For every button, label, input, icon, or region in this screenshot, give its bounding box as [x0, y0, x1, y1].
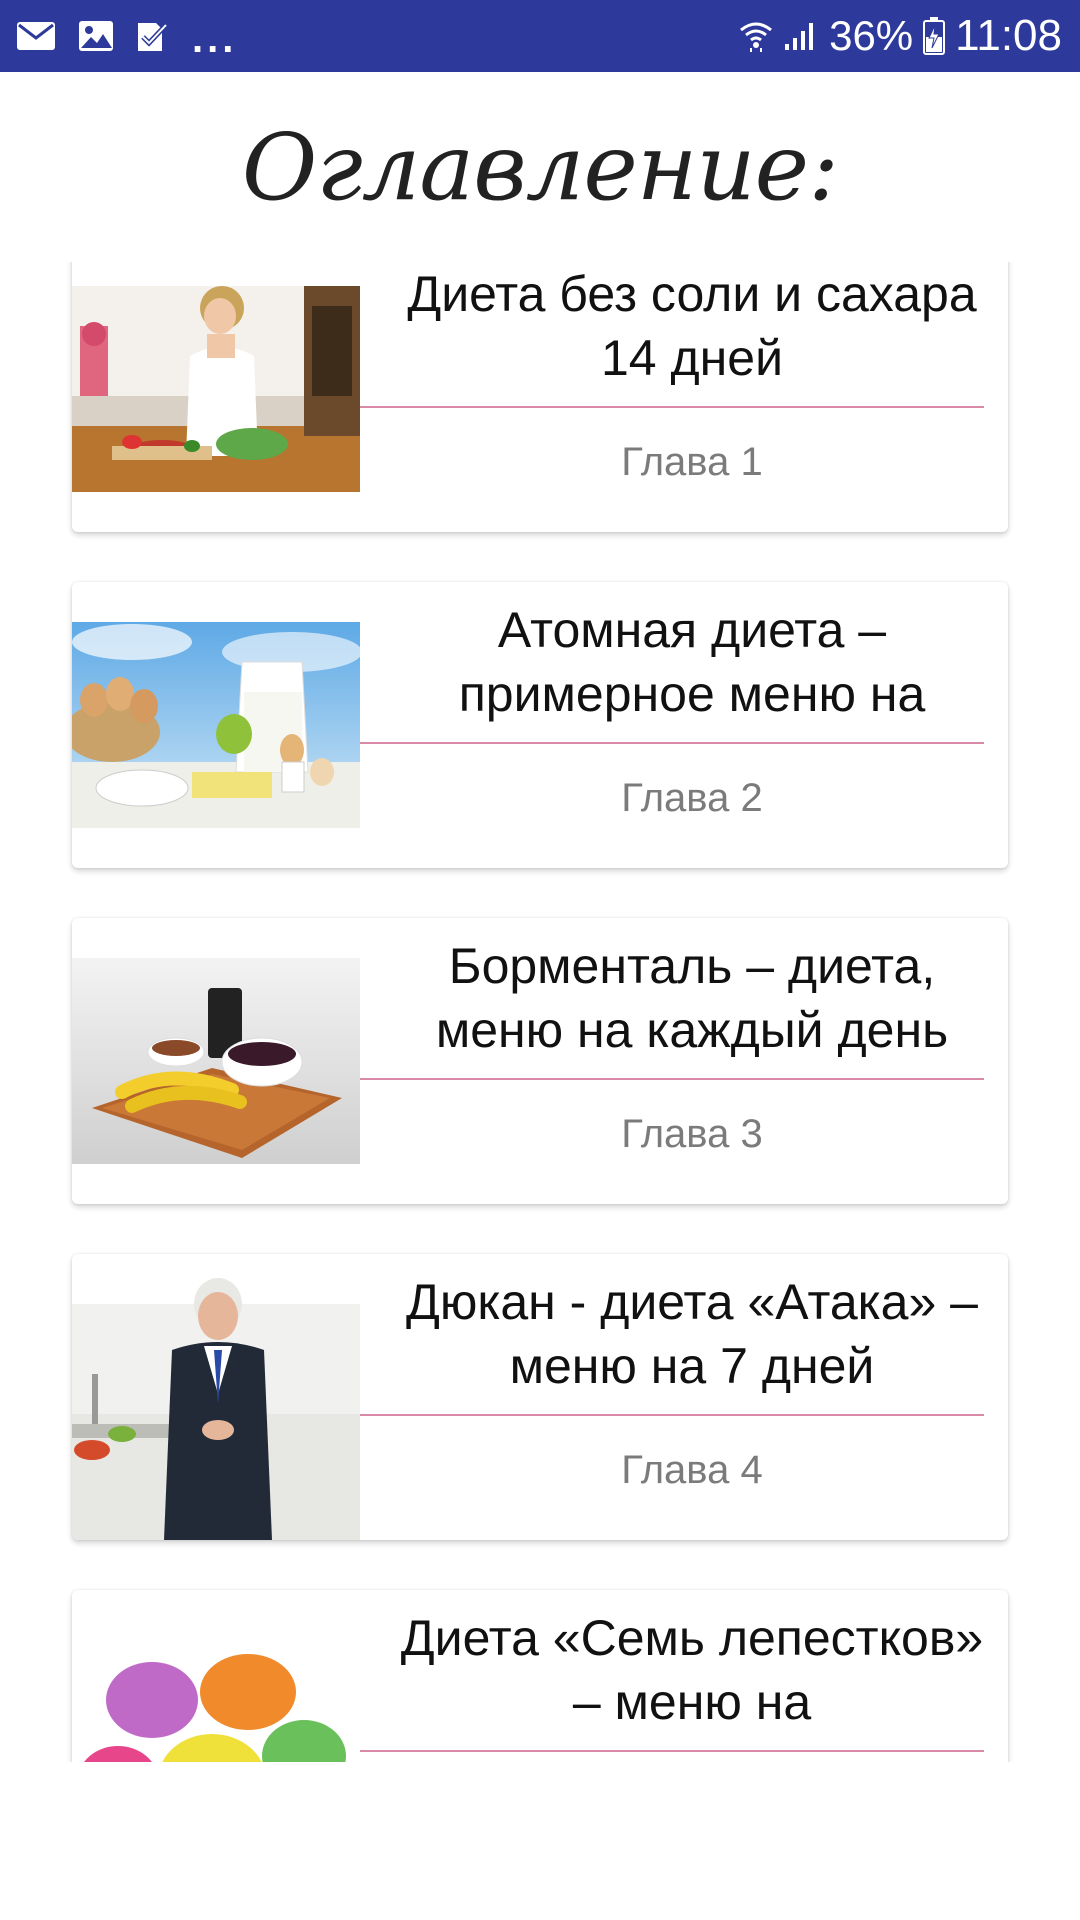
clock: 11:08	[955, 11, 1062, 60]
divider	[360, 1750, 984, 1752]
mail-icon	[16, 21, 56, 51]
divider	[360, 742, 984, 744]
divider	[360, 406, 984, 408]
chapter-title: Борменталь – диета, меню на каждый день	[435, 938, 949, 1058]
bananas-tray-image	[72, 958, 360, 1164]
image-icon	[78, 20, 114, 52]
app-header: Оглавление:	[0, 72, 1080, 262]
chapter-list[interactable]: Диета без соли и сахара 14 дней Глава 1	[0, 262, 1080, 1762]
chapter-card-3[interactable]: Борменталь – диета, меню на каждый день …	[72, 918, 1008, 1204]
chapter-card-2[interactable]: Атомная диета – примерное меню на Глава …	[72, 582, 1008, 868]
eggs-milk-image	[72, 622, 360, 828]
seven-petals-flower-image	[72, 1630, 360, 1762]
chapter-title: Диета «Семь лепестков» – меню на	[400, 1610, 984, 1730]
chapter-title: Атомная диета – примерное меню на	[458, 602, 926, 722]
chapter-label: Глава 3	[621, 1112, 763, 1156]
chapter-card-5[interactable]: Диета «Семь лепестков» – меню на	[72, 1590, 1008, 1762]
chapter-thumbnail	[72, 622, 360, 828]
chapter-thumbnail	[72, 286, 360, 492]
notification-icons: ...	[16, 0, 237, 72]
chapter-title: Дюкан - диета «Атака» – меню на 7 дней	[406, 1274, 978, 1394]
chapter-card-4[interactable]: Дюкан - диета «Атака» – меню на 7 дней Г…	[72, 1254, 1008, 1540]
signal-icon	[783, 20, 819, 52]
chapter-label: Глава 4	[621, 1448, 763, 1492]
chapter-thumbnail	[72, 1254, 360, 1540]
more-notifications-indicator: ...	[192, 17, 238, 61]
divider	[360, 1414, 984, 1416]
status-bar: ... 36% 11:08	[0, 0, 1080, 72]
battery-percent: 36%	[829, 12, 914, 59]
chapter-label: Глава 1	[621, 440, 763, 484]
chapter-label: Глава 2	[621, 776, 763, 820]
task-check-icon	[136, 19, 170, 53]
page-title: Оглавление:	[241, 113, 839, 221]
divider	[360, 1078, 984, 1080]
woman-cooking-image	[72, 286, 360, 492]
wifi-icon	[739, 18, 773, 54]
chapter-thumbnail	[72, 1630, 360, 1762]
man-in-suit-image	[72, 1254, 360, 1540]
system-status: 36% 11:08	[739, 0, 1062, 72]
chapter-card-1[interactable]: Диета без соли и сахара 14 дней Глава 1	[72, 262, 1008, 532]
chapter-thumbnail	[72, 958, 360, 1164]
chapter-title: Диета без соли и сахара 14 дней	[407, 266, 977, 386]
battery-charging-icon	[923, 17, 946, 55]
